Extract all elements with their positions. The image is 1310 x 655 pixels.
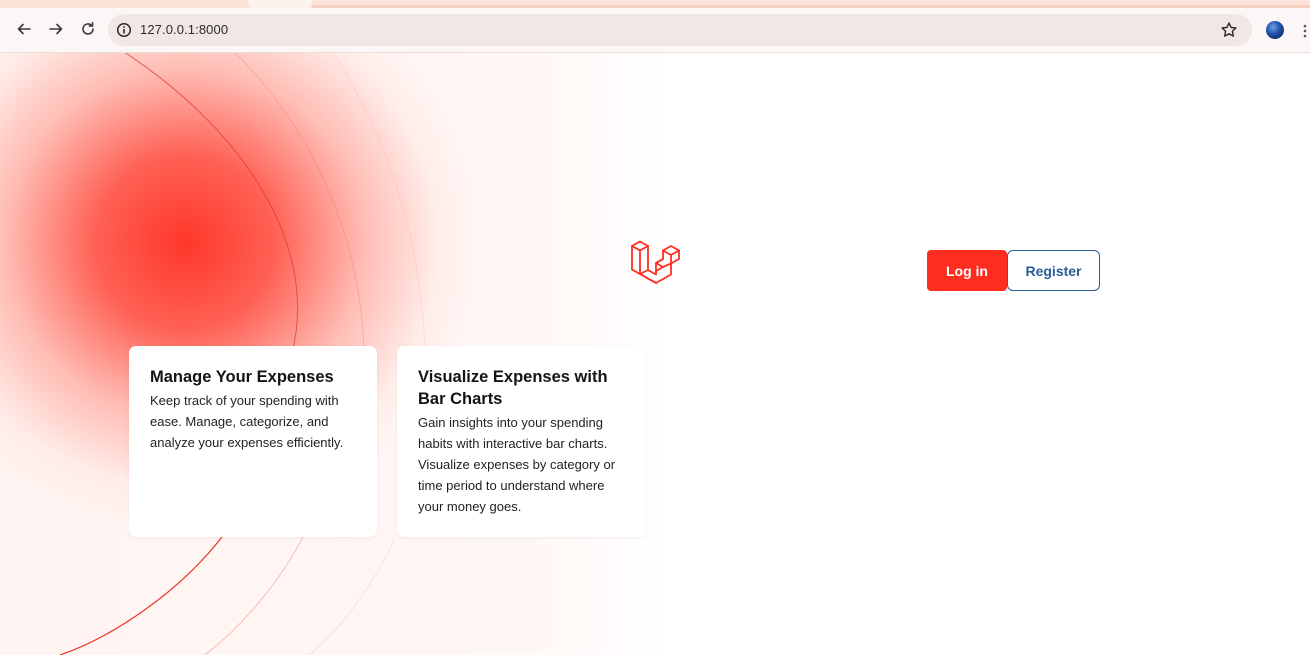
tab-strip <box>0 0 1310 8</box>
feature-description: Keep track of your spending with ease. M… <box>150 393 344 450</box>
back-button[interactable] <box>14 19 34 39</box>
arrow-right-icon <box>49 23 63 35</box>
reload-icon <box>82 22 94 35</box>
vertical-dots-icon[interactable] <box>1300 24 1310 38</box>
active-tab[interactable] <box>248 0 312 8</box>
reload-button[interactable] <box>78 19 98 39</box>
register-button[interactable]: Register <box>1007 250 1100 291</box>
info-circle-icon[interactable] <box>116 22 132 38</box>
forward-button[interactable] <box>46 19 66 39</box>
feature-title: Manage Your Expenses <box>150 368 334 386</box>
login-button[interactable]: Log in <box>927 250 1007 291</box>
arrow-left-icon <box>17 23 31 35</box>
feature-description: Gain insights into your spending habits … <box>418 415 616 514</box>
url-text[interactable]: 127.0.0.1:8000 <box>140 14 228 46</box>
page-viewport: Log in Register Manage Your Expenses Kee… <box>0 53 1310 655</box>
globe-avatar-icon[interactable] <box>1266 21 1284 39</box>
feature-title: Visualize Expenses with Bar Charts <box>418 368 608 408</box>
auth-nav: Log in Register <box>927 250 1100 291</box>
laravel-logo-icon <box>631 240 680 284</box>
browser-toolbar: 127.0.0.1:8000 <box>0 8 1310 53</box>
address-bar[interactable]: 127.0.0.1:8000 <box>108 14 1252 46</box>
feature-card-manage-expenses: Manage Your Expenses Keep track of your … <box>129 346 377 537</box>
star-icon[interactable] <box>1220 21 1238 39</box>
feature-card-visualize-expenses: Visualize Expenses with Bar Charts Gain … <box>397 346 645 537</box>
